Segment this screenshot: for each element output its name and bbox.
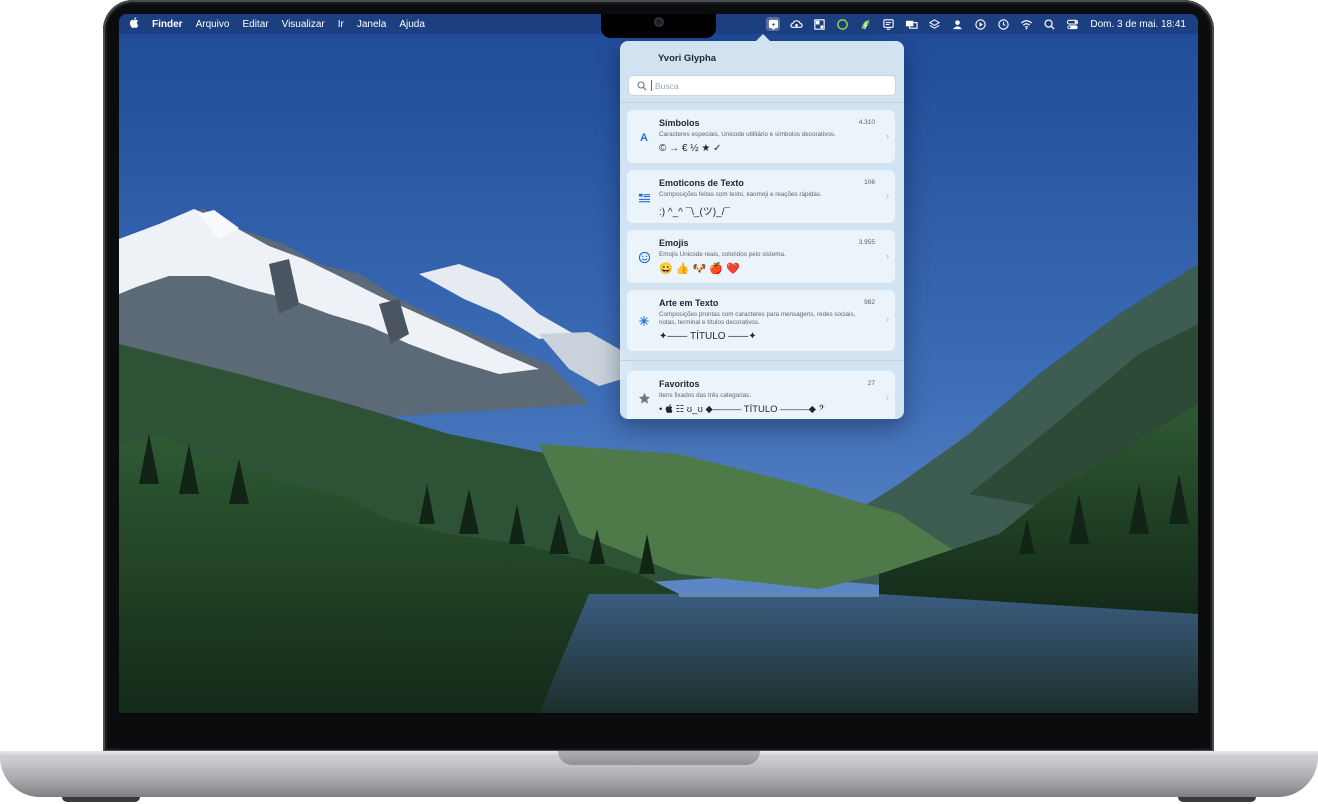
glypha-popover: Yvori Glypha A Símbolos 4.310 Caracteres… (620, 41, 904, 419)
sparkle-icon (637, 314, 651, 328)
cloud-sync-icon[interactable] (789, 17, 803, 31)
category-description: Caracteres especiais, Unicode utilitário… (659, 131, 836, 138)
category-sample: :) ^_^ ¯\_(ツ)_/¯ (659, 207, 730, 218)
search-input[interactable] (653, 79, 877, 92)
text-caret (651, 80, 652, 91)
laptop-opening-notch (558, 751, 760, 765)
category-count: 3.955 (858, 239, 875, 246)
category-title: Emoticons de Texto (659, 178, 744, 188)
category-sample: © → € ½ ★ ✓ (659, 143, 722, 154)
search-icon (637, 80, 647, 90)
category-sample: ✦—— TÍTULO ——✦ (659, 331, 757, 342)
chevron-right-icon: › (886, 392, 889, 402)
category-card-emoticons[interactable]: Emoticons de Texto 106 Composições feita… (627, 170, 895, 223)
category-card-emojis[interactable]: Emojis 3.955 Emojis Unicode reais, color… (627, 230, 895, 283)
screens-icon[interactable] (904, 17, 918, 31)
menu-visualizar[interactable]: Visualizar (282, 19, 325, 30)
stack-icon[interactable] (927, 17, 941, 31)
category-count: 106 (864, 179, 875, 186)
category-count: 982 (864, 299, 875, 306)
apple-menu-icon[interactable] (129, 17, 139, 31)
circle-ring-icon[interactable] (835, 17, 849, 31)
search-icon[interactable] (1042, 17, 1056, 31)
category-card-arte-em-texto[interactable]: Arte em Texto 982 Composições prontas co… (627, 290, 895, 351)
category-title: Símbolos (659, 118, 700, 128)
favorite-sample-rest: ☷ ʊ_ʊ ◆——— TÍTULO ———◆ 𝄢 (672, 404, 825, 415)
chevron-right-icon: › (886, 251, 889, 261)
text-lines-icon (637, 190, 651, 204)
category-sample: • ☷ ʊ_ʊ ◆——— TÍTULO ———◆ 𝄢 (659, 404, 825, 415)
menu-ir[interactable]: Ir (338, 19, 344, 30)
window-grid-icon[interactable] (812, 17, 826, 31)
category-card-simbolos[interactable]: A Símbolos 4.310 Caracteres especiais, U… (627, 110, 895, 163)
category-title: Favoritos (659, 379, 700, 389)
category-description: Itens fixados das três categorias. (659, 392, 752, 399)
svg-text:✦: ✦ (771, 21, 776, 28)
category-description: Emojis Unicode reais, coloridos pelo sis… (659, 251, 786, 258)
user-icon[interactable] (950, 17, 964, 31)
popover-arrow (756, 34, 770, 41)
chevron-right-icon: › (886, 131, 889, 141)
wifi-icon[interactable] (1019, 17, 1033, 31)
display-icon[interactable] (881, 17, 895, 31)
chevron-right-icon: › (886, 314, 889, 324)
category-count: 4.310 (858, 119, 875, 126)
smiley-icon (637, 250, 651, 264)
menu-arquivo[interactable]: Arquivo (196, 19, 230, 30)
camera-icon (654, 17, 664, 27)
lightning-leaf-icon[interactable] (858, 17, 872, 31)
history-icon[interactable] (996, 17, 1010, 31)
category-title: Arte em Texto (659, 298, 719, 308)
screen: Finder Arquivo Editar Visualizar Ir Jane… (119, 14, 1198, 713)
menu-finder[interactable]: Finder (152, 19, 183, 30)
menu-ajuda[interactable]: Ajuda (399, 19, 425, 30)
category-card-favoritos[interactable]: Favoritos 27 Itens fixados das três cate… (627, 371, 895, 419)
laptop-foot-left (62, 797, 140, 802)
screen-bezel-bottom (119, 713, 1198, 749)
divider (620, 102, 904, 103)
control-center-icon[interactable] (1065, 17, 1079, 31)
apple-icon (665, 404, 673, 413)
menu-bar-clock[interactable]: Dom. 3 de mai. 18:41 (1090, 19, 1186, 30)
category-description: Composições feitas com texto, kaomoji e … (659, 191, 822, 198)
category-description: Composições prontas com caracteres para … (659, 311, 856, 326)
category-sample: 😀 👍 🐶 🍎 ❤️ (659, 263, 740, 275)
divider (620, 360, 904, 361)
category-title: Emojis (659, 238, 689, 248)
search-field[interactable] (628, 75, 896, 96)
app-title: Yvori Glypha (658, 53, 717, 64)
glypha-icon[interactable]: ✦ (766, 17, 781, 31)
play-icon[interactable] (973, 17, 987, 31)
laptop-foot-right (1178, 797, 1256, 802)
category-count: 27 (867, 380, 875, 387)
menu-editar[interactable]: Editar (242, 19, 268, 30)
menu-janela[interactable]: Janela (357, 19, 386, 30)
letter-a-icon: A (640, 132, 648, 144)
star-icon (637, 391, 651, 405)
chevron-right-icon: › (886, 191, 889, 201)
